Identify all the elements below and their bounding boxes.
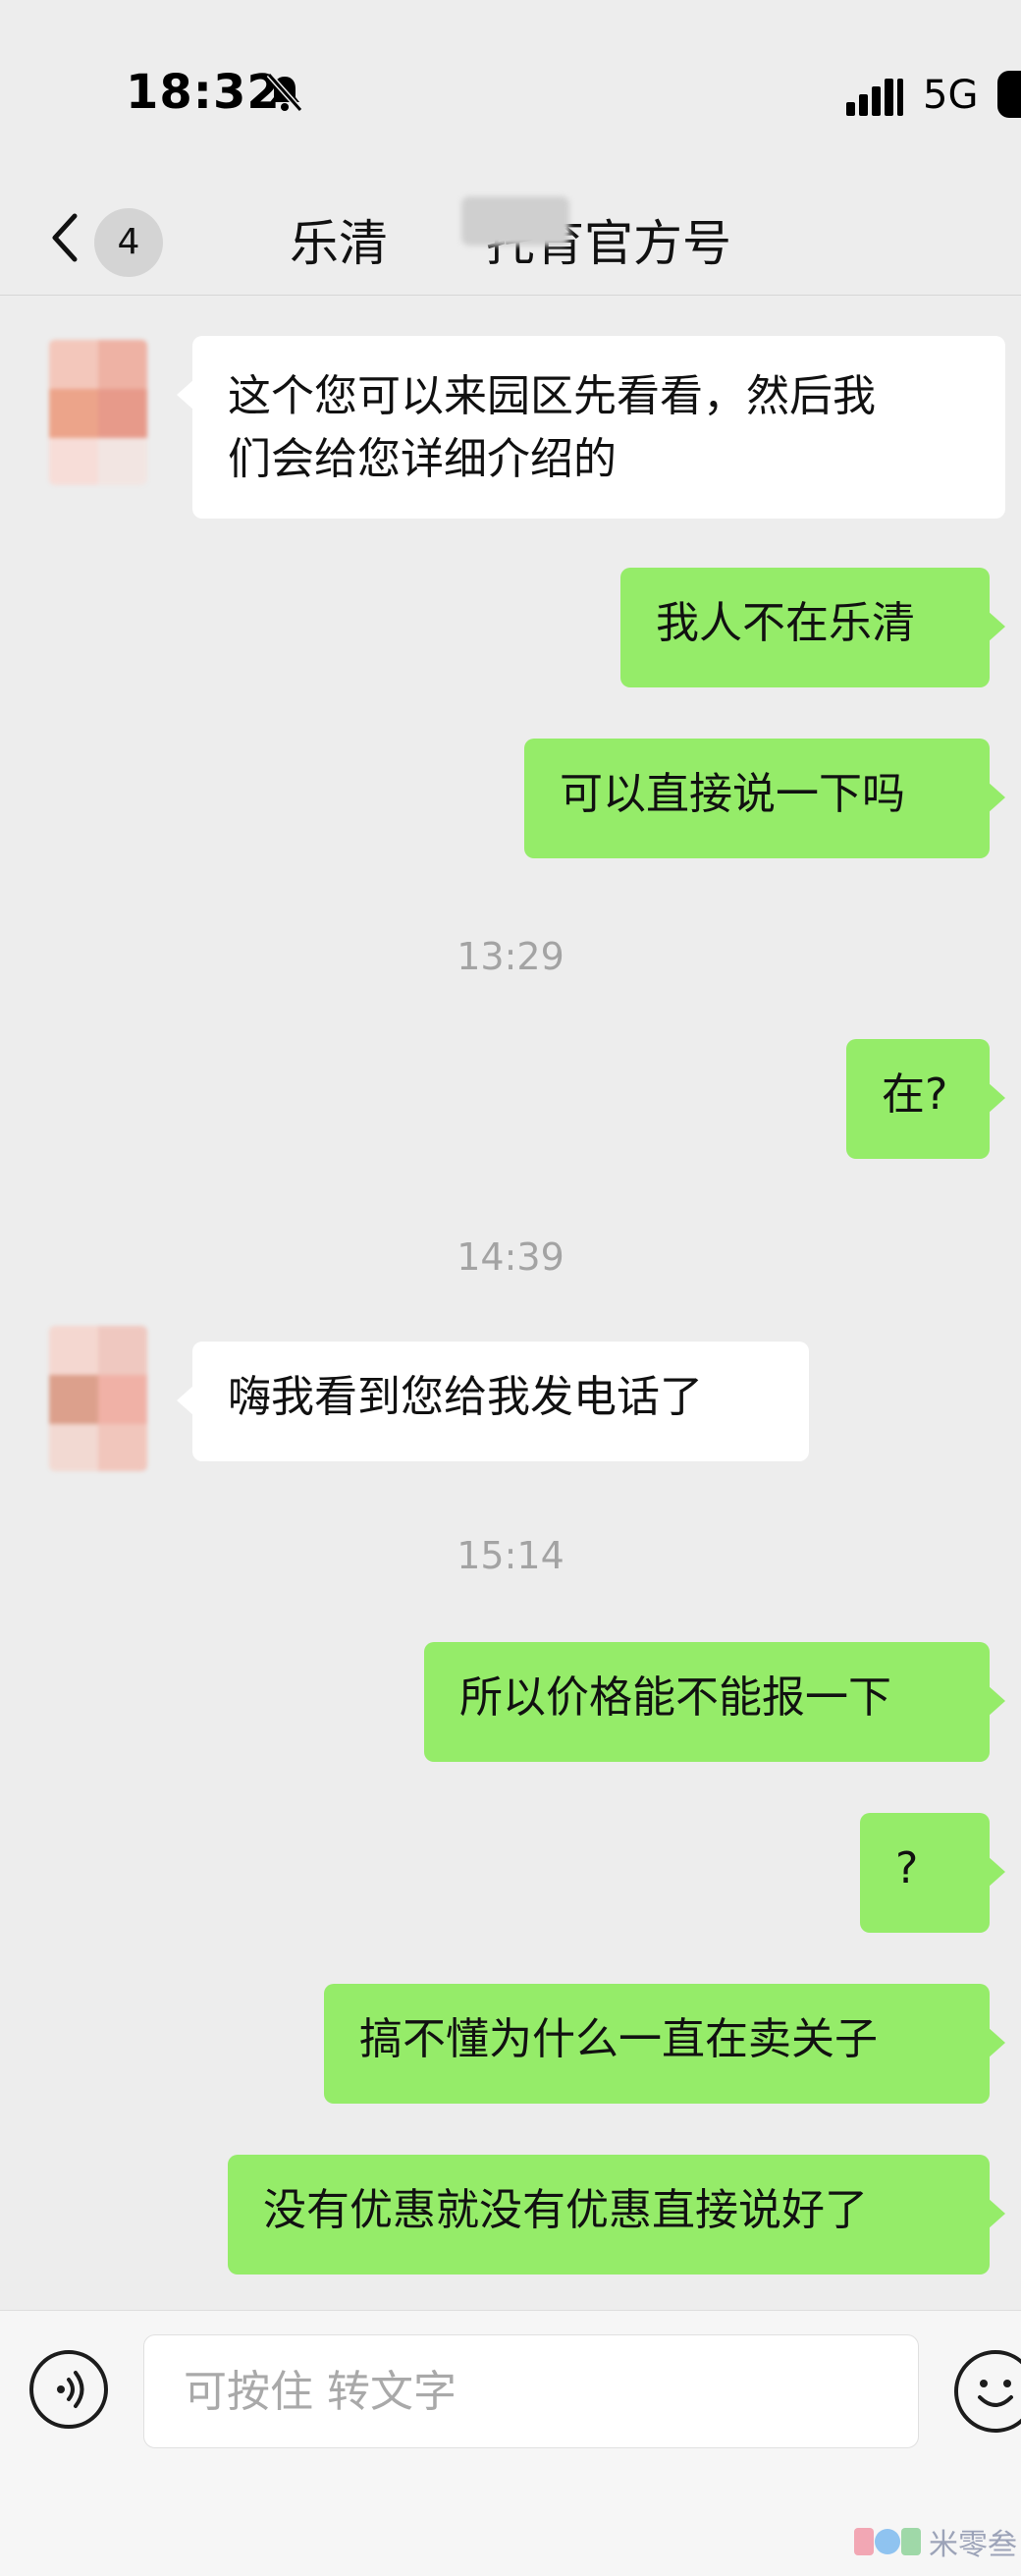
voice-icon[interactable] — [29, 2350, 108, 2429]
message-text: 我人不在乐清 — [656, 598, 915, 648]
battery-icon — [997, 71, 1021, 118]
message-text: 没有优惠就没有优惠直接说好了 — [263, 2185, 868, 2235]
message-text: 这个您可以来园区先看看，然后我 — [228, 371, 876, 421]
message-bubble-outgoing[interactable]: 我人不在乐清 — [620, 568, 1005, 687]
message-input[interactable]: 可按住 转文字 — [143, 2334, 919, 2448]
message-text: 所以价格能不能报一下 — [459, 1672, 891, 1723]
watermark-text: 米零叁 — [929, 2528, 1017, 2562]
contact-avatar[interactable] — [49, 340, 147, 485]
signal-icon — [846, 79, 903, 116]
message-bubble-incoming[interactable]: 嗨我看到您给我发电话了 — [177, 1342, 809, 1461]
message-text: 搞不懂为什么一直在卖关子 — [359, 2014, 878, 2064]
message-bubble-outgoing[interactable]: 所以价格能不能报一下 — [424, 1642, 1005, 1762]
contact-avatar[interactable] — [49, 1326, 147, 1471]
message-bubble-outgoing[interactable]: 没有优惠就没有优惠直接说好了 — [228, 2155, 1005, 2275]
message-text: 可以直接说一下吗 — [560, 769, 905, 819]
message-text: 在? — [882, 1069, 948, 1120]
emoji-icon[interactable] — [954, 2350, 1021, 2433]
message-bubble-outgoing[interactable]: 在? — [846, 1039, 1005, 1159]
network-type: 5G — [923, 73, 979, 118]
chat-timestamp: 14:39 — [457, 1235, 564, 1279]
message-bubble-outgoing[interactable]: 可以直接说一下吗 — [524, 739, 1005, 858]
message-text: 们会给您详细介绍的 — [228, 434, 617, 484]
message-bubble-outgoing[interactable]: ? — [860, 1813, 1005, 1933]
message-bubble-outgoing[interactable]: 搞不懂为什么一直在卖关子 — [324, 1984, 1005, 2104]
title-redaction — [461, 196, 569, 246]
chat-timestamp: 13:29 — [457, 935, 564, 978]
status-bar: 18:32 5G — [0, 0, 1021, 187]
message-bubble-incoming[interactable]: 这个您可以来园区先看看，然后我 们会给您详细介绍的 — [177, 336, 1005, 519]
bell-slash-icon — [266, 73, 303, 112]
status-time: 18:32 — [126, 65, 281, 120]
message-text: 嗨我看到您给我发电话了 — [228, 1372, 703, 1422]
watermark-logo — [854, 2528, 921, 2555]
message-text: ? — [895, 1843, 919, 1893]
chat-timestamp: 15:14 — [457, 1534, 564, 1577]
